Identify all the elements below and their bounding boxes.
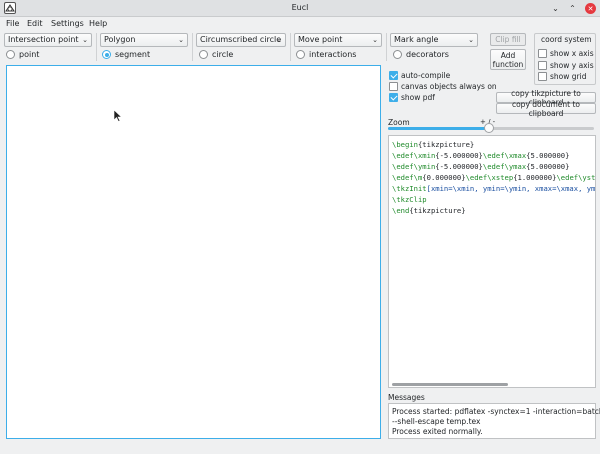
show-grid-checkbox[interactable] [538, 72, 547, 81]
chevron-down-icon: ⌄ [276, 36, 282, 44]
message-line: Process started: pdflatex -synctex=1 -in… [392, 407, 600, 416]
window-title: Eucl [291, 3, 309, 12]
segment-radio[interactable] [102, 50, 111, 59]
combo-label: Intersection point [8, 35, 79, 44]
code-line: \tkzClip [392, 195, 427, 204]
messages-title: Messages [388, 393, 425, 402]
message-line: --shell-escape temp.tex [392, 417, 481, 426]
code-line: \edef\xmin{-5.000000}\edef\xmax{5.000000… [392, 151, 570, 160]
interactions-radio-label: interactions [309, 50, 357, 59]
code-line: \tkzInit[xmin=\xmin, ymin=\ymin, xmax=\x… [392, 184, 596, 193]
drawing-canvas[interactable] [6, 65, 381, 439]
circle-radio-label: circle [212, 50, 234, 59]
menu-file[interactable]: File [6, 19, 19, 28]
menu-edit[interactable]: Edit [27, 19, 43, 28]
combo-label: Circumscribed circle [200, 35, 282, 44]
toolbar-separator [386, 33, 387, 61]
point-radio-label: point [19, 50, 40, 59]
coord-system-title: coord system [541, 35, 592, 44]
toolbar-separator [96, 33, 97, 61]
point-radio[interactable] [6, 50, 15, 59]
combo-label: Mark angle [394, 35, 439, 44]
show-pdf-checkbox[interactable] [389, 93, 398, 102]
menu-settings[interactable]: Settings [51, 19, 84, 28]
show-x-axis-checkbox[interactable] [538, 49, 547, 58]
tikz-code-editor[interactable]: \begin{tikzpicture} \edef\xmin{-5.000000… [388, 135, 596, 388]
move-point-combo[interactable]: Move point ⌄ [294, 33, 382, 47]
circumscribed-circle-combo[interactable]: Circumscribed circle ⌄ [196, 33, 286, 47]
code-line: \edef\ymin{-5.000000}\edef\ymax{5.000000… [392, 162, 570, 171]
auto-compile-label: auto-compile [401, 71, 451, 80]
chevron-down-icon: ⌄ [468, 36, 474, 44]
code-horizontal-scrollbar[interactable] [392, 383, 508, 386]
menu-help[interactable]: Help [89, 19, 107, 28]
close-icon[interactable]: ✕ [585, 3, 596, 14]
zoom-label: Zoom [388, 118, 410, 127]
combo-label: Polygon [104, 35, 136, 44]
intersection-point-combo[interactable]: Intersection point ⌄ [4, 33, 92, 47]
toolbar-separator [290, 33, 291, 61]
code-line: \begin{tikzpicture} [392, 140, 475, 149]
zoom-slider-handle[interactable] [484, 123, 494, 133]
decorators-radio-label: decorators [406, 50, 449, 59]
show-grid-label: show grid [550, 72, 587, 81]
toolbar-separator [192, 33, 193, 61]
code-line: \end{tikzpicture} [392, 206, 466, 215]
combo-label: Move point [298, 35, 343, 44]
code-line: \edef\m{0.000000}\edef\xstep{1.000000}\e… [392, 173, 596, 182]
minimize-icon[interactable]: ⌄ [550, 3, 561, 14]
clip-fill-button[interactable]: Clip fill [490, 33, 526, 46]
message-line: Process exited normally. [392, 427, 483, 436]
interactions-radio[interactable] [296, 50, 305, 59]
show-y-axis-checkbox[interactable] [538, 61, 547, 70]
maximize-icon[interactable]: ⌃ [567, 3, 578, 14]
show-pdf-label: show pdf [401, 93, 435, 102]
polygon-combo[interactable]: Polygon ⌄ [100, 33, 188, 47]
chevron-down-icon: ⌄ [82, 36, 88, 44]
show-y-axis-label: show y axis [550, 61, 594, 70]
chevron-down-icon: ⌄ [178, 36, 184, 44]
canvas-objects-checkbox[interactable] [389, 82, 398, 91]
canvas-objects-label: canvas objects always on [401, 82, 497, 91]
add-function-button[interactable]: Add function [490, 49, 526, 70]
add-function-line1: Add [500, 50, 516, 60]
mark-angle-combo[interactable]: Mark angle ⌄ [390, 33, 478, 47]
show-x-axis-label: show x axis [550, 49, 594, 58]
copy-document-button[interactable]: copy document to clipboard [496, 100, 596, 118]
circle-radio[interactable] [199, 50, 208, 59]
messages-panel: Process started: pdflatex -synctex=1 -in… [388, 403, 600, 439]
auto-compile-checkbox[interactable] [389, 71, 398, 80]
add-function-line2: function [492, 59, 524, 69]
chevron-down-icon: ⌄ [372, 36, 378, 44]
decorators-radio[interactable] [393, 50, 402, 59]
zoom-slider-fill [388, 127, 488, 130]
mouse-cursor-icon [113, 109, 123, 124]
segment-radio-label: segment [115, 50, 151, 59]
